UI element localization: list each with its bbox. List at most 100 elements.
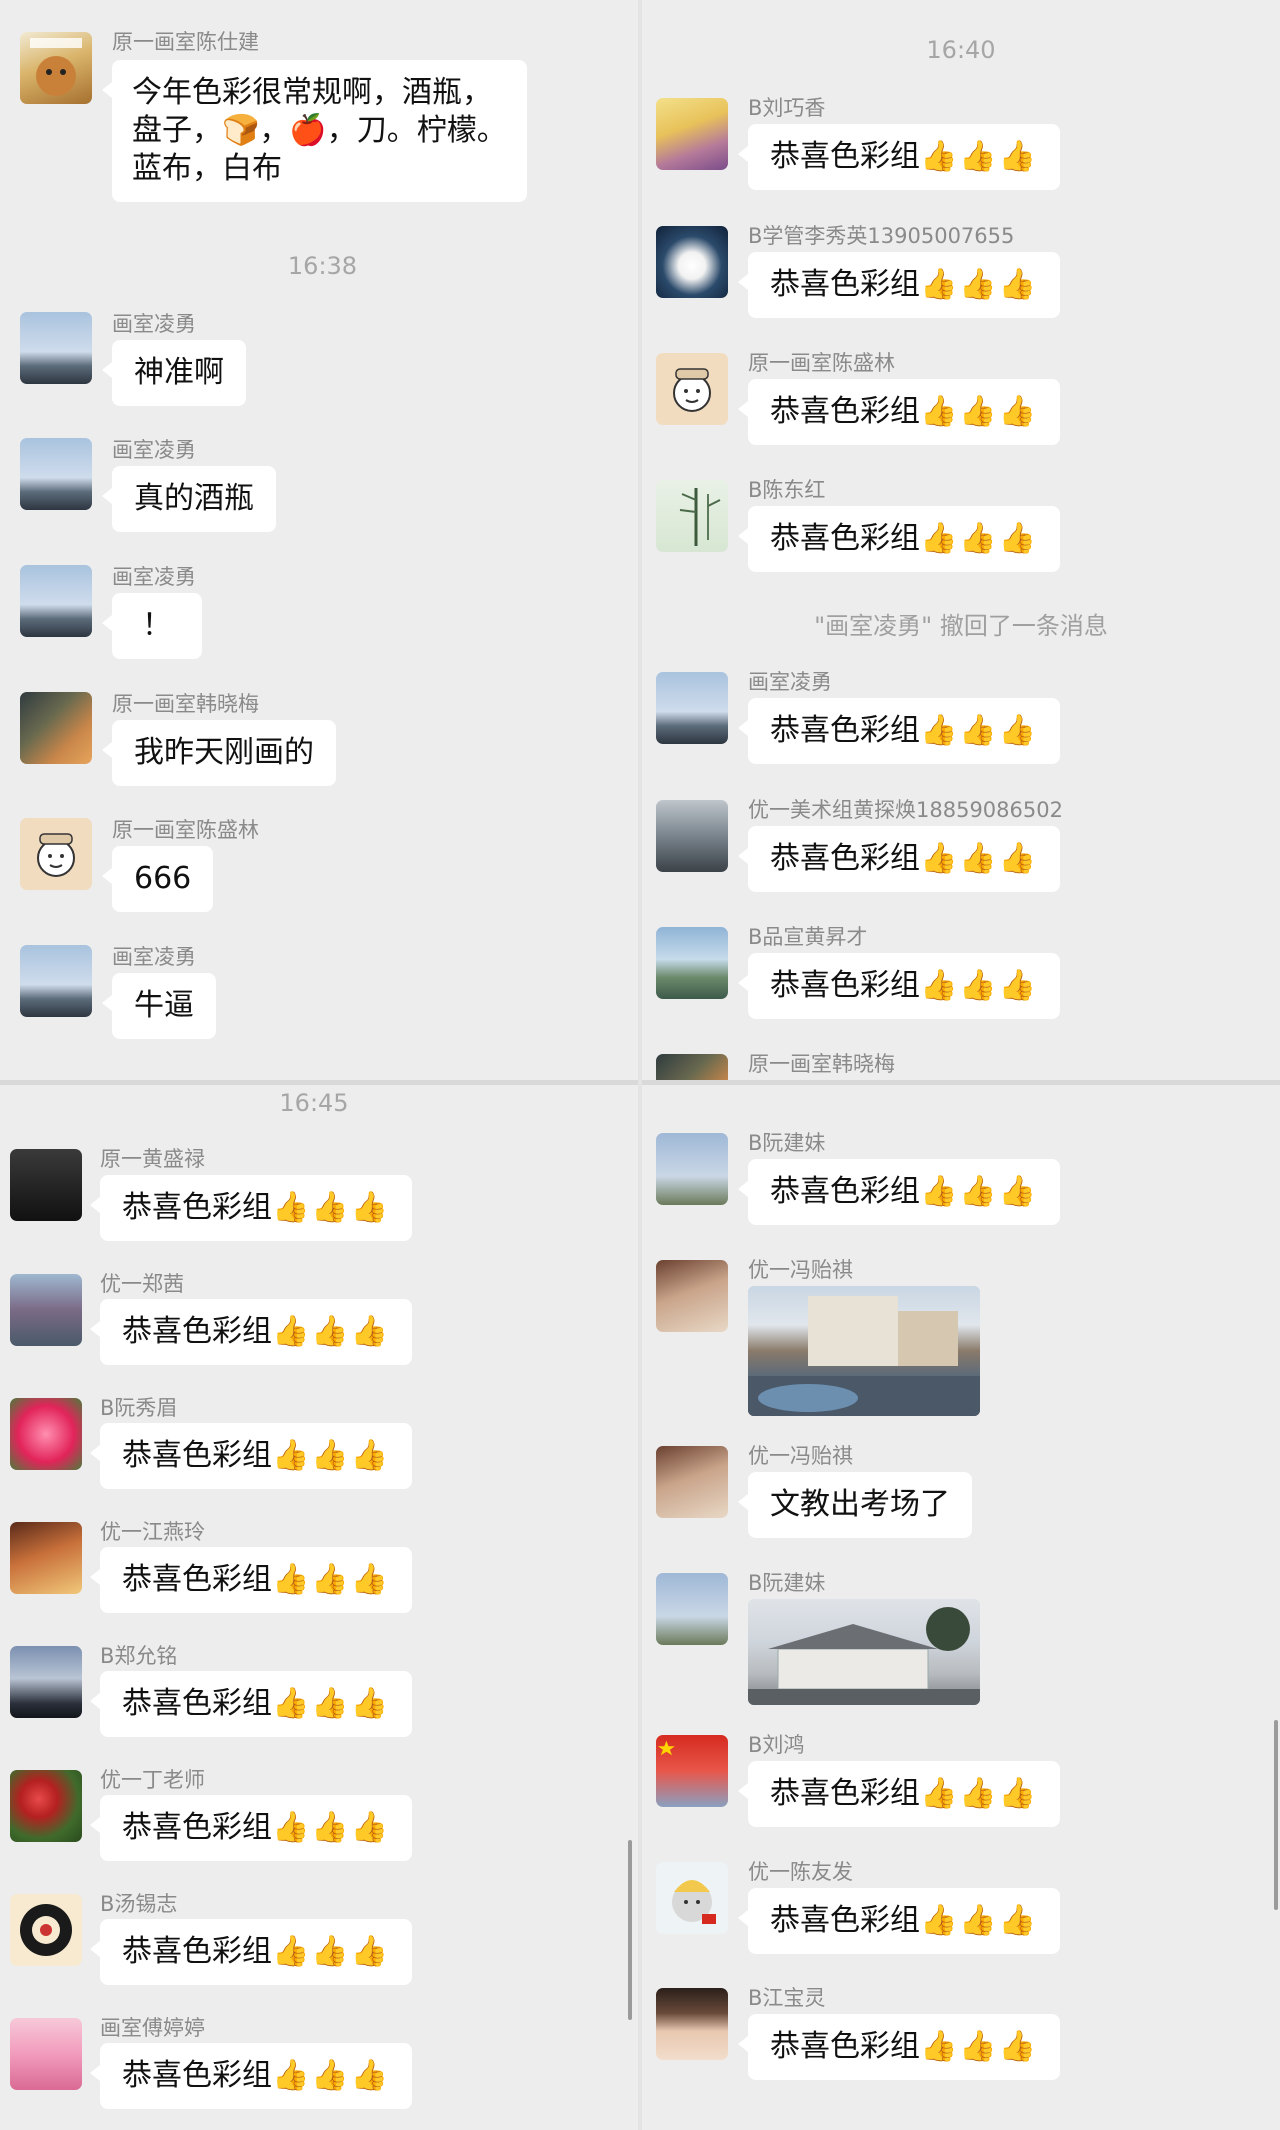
sender-name: 优一丁老师 [100, 1768, 205, 1792]
avatar[interactable] [656, 672, 728, 744]
avatar[interactable] [10, 1894, 82, 1966]
avatar[interactable] [10, 2018, 82, 2090]
sender-name: 画室凌勇 [748, 670, 832, 694]
message-text: 恭喜色彩组 [122, 2058, 272, 2093]
sender-name: 优一郑茜 [100, 1272, 184, 1296]
thumbs-up-icon: 👍👍👍 [272, 1314, 391, 1349]
avatar[interactable] [656, 98, 728, 170]
chat-panel-top-left[interactable]: 原一画室陈仕建 今年色彩很常规啊，酒瓶， 盘子，🍞，🍎，刀。柠檬。 蓝布，白布 … [0, 0, 638, 1080]
message-bubble[interactable]: 恭喜色彩组👍👍👍 [89, 1299, 413, 1365]
message-text: 恭喜色彩组 [122, 1810, 272, 1845]
avatar[interactable] [20, 565, 92, 637]
sender-name: B学管李秀英13905007655 [748, 224, 1015, 248]
message-bubble[interactable]: 恭喜色彩组👍👍👍 [737, 379, 1061, 445]
thumbs-up-icon: 👍👍👍 [920, 394, 1039, 429]
sender-name: 优一冯贻祺 [748, 1258, 853, 1282]
building-photo[interactable] [748, 1599, 980, 1705]
message-bubble[interactable]: 恭喜色彩组👍👍👍 [737, 698, 1061, 764]
avatar[interactable] [656, 1988, 728, 2060]
avatar[interactable] [656, 800, 728, 872]
message-bubble[interactable]: 恭喜色彩组👍👍👍 [737, 1888, 1061, 1954]
avatar[interactable] [656, 1735, 728, 1807]
sender-name: 优一陈友发 [748, 1860, 853, 1884]
message-bubble[interactable]: 恭喜色彩组👍👍👍 [89, 2043, 413, 2109]
message-text: 恭喜色彩组 [770, 1174, 920, 1209]
message-bubble[interactable]: 恭喜色彩组👍👍👍 [89, 1795, 413, 1861]
cartoon-face-icon [673, 368, 711, 412]
timestamp: 16:40 [926, 36, 996, 64]
message-text: 恭喜色彩组 [770, 139, 920, 174]
thumbs-up-icon: 👍👍👍 [272, 2058, 391, 2093]
avatar[interactable] [656, 480, 728, 552]
avatar[interactable] [656, 353, 728, 425]
sender-name: B汤锡志 [100, 1892, 178, 1916]
message-bubble[interactable]: 恭喜色彩组👍👍👍 [89, 1547, 413, 1613]
message-bubble[interactable]: 恭喜色彩组👍👍👍 [89, 1919, 413, 1985]
avatar[interactable] [656, 1446, 728, 1518]
timestamp: 16:38 [287, 252, 358, 280]
sender-name: 画室凌勇 [112, 312, 196, 336]
avatar[interactable] [20, 32, 92, 104]
message-bubble[interactable]: 今年色彩很常规啊，酒瓶， 盘子，🍞，🍎，刀。柠檬。 蓝布，白布 [102, 60, 527, 202]
thumbs-up-icon: 👍👍👍 [920, 267, 1039, 302]
street-photo[interactable] [748, 1286, 980, 1416]
message-bubble[interactable]: 恭喜色彩组👍👍👍 [737, 1761, 1061, 1827]
avatar[interactable] [656, 1260, 728, 1332]
chat-panel-bottom-right[interactable]: B阮建妹 恭喜色彩组👍👍👍 优一冯贻祺 优一冯贻祺 文教出考场了 B阮建妹 B刘… [642, 1085, 1280, 2130]
avatar[interactable] [656, 1862, 728, 1934]
sender-name: B陈东红 [748, 478, 826, 502]
thumbs-up-icon: 👍👍👍 [920, 1776, 1039, 1811]
scrollbar[interactable] [628, 1840, 632, 2020]
timestamp: 16:45 [279, 1089, 349, 1117]
message-bubble[interactable]: 恭喜色彩组👍👍👍 [737, 953, 1061, 1019]
thumbs-up-icon: 👍👍👍 [920, 713, 1039, 748]
avatar[interactable] [20, 438, 92, 510]
message-bubble[interactable]: 恭喜色彩组👍👍👍 [737, 826, 1061, 892]
message-text: 恭喜色彩组 [122, 1190, 272, 1225]
message-bubble[interactable]: 真的酒瓶 [102, 466, 276, 532]
message-bubble[interactable]: 恭喜色彩组👍👍👍 [737, 252, 1061, 318]
cartoon-cat-icon [672, 1880, 716, 1924]
avatar[interactable] [10, 1522, 82, 1594]
avatar[interactable] [20, 818, 92, 890]
avatar[interactable] [10, 1398, 82, 1470]
sender-name: B郑允铭 [100, 1644, 178, 1668]
chat-panel-bottom-left[interactable]: 16:45 原一黄盛禄 恭喜色彩组👍👍👍 优一郑茜 恭喜色彩组👍👍👍 B阮秀眉 … [0, 1085, 638, 2130]
message-bubble[interactable]: 我昨天刚画的 [102, 720, 336, 786]
message-bubble[interactable]: 666 [101, 846, 214, 912]
avatar[interactable] [20, 312, 92, 384]
scrollbar[interactable] [1274, 1720, 1278, 1910]
avatar[interactable] [656, 927, 728, 999]
sender-name: 画室凌勇 [112, 945, 196, 969]
message-bubble[interactable]: 神准啊 [102, 340, 246, 406]
avatar[interactable] [656, 1054, 728, 1080]
avatar[interactable] [656, 1573, 728, 1645]
avatar[interactable] [10, 1274, 82, 1346]
message-text: 恭喜色彩组 [770, 968, 920, 1003]
avatar[interactable] [10, 1646, 82, 1718]
fu-character-icon [20, 1904, 72, 1956]
message-bubble[interactable]: 恭喜色彩组👍👍👍 [737, 1159, 1061, 1225]
chat-panel-top-right[interactable]: 16:40 B刘巧香 恭喜色彩组👍👍👍 B学管李秀英13905007655 恭喜… [642, 0, 1280, 1080]
message-bubble[interactable]: ！ [102, 593, 202, 659]
message-bubble[interactable]: 恭喜色彩组👍👍👍 [737, 124, 1061, 190]
avatar[interactable] [20, 692, 92, 764]
avatar[interactable] [656, 1133, 728, 1205]
message-bubble[interactable]: 恭喜色彩组👍👍👍 [737, 506, 1061, 572]
building-scene-icon [748, 1607, 980, 1705]
message-bubble[interactable]: 恭喜色彩组👍👍👍 [737, 2014, 1061, 2080]
sender-name: 原一画室陈盛林 [748, 351, 895, 375]
thumbs-up-icon: 👍👍👍 [920, 841, 1039, 876]
avatar[interactable] [10, 1149, 82, 1221]
thumbs-up-icon: 👍👍👍 [272, 1562, 391, 1597]
message-bubble[interactable]: 文教出考场了 [738, 1472, 972, 1538]
avatar[interactable] [656, 226, 728, 298]
avatar[interactable] [20, 945, 92, 1017]
avatar[interactable] [10, 1770, 82, 1842]
message-bubble[interactable]: 牛逼 [102, 973, 216, 1039]
sender-name: 原一黄盛禄 [100, 1147, 205, 1171]
message-bubble[interactable]: 恭喜色彩组👍👍👍 [89, 1423, 413, 1489]
message-bubble[interactable]: 恭喜色彩组👍👍👍 [89, 1671, 413, 1737]
message-bubble[interactable]: 恭喜色彩组👍👍👍 [89, 1175, 413, 1241]
message-line: 蓝布，白布 [132, 151, 282, 186]
